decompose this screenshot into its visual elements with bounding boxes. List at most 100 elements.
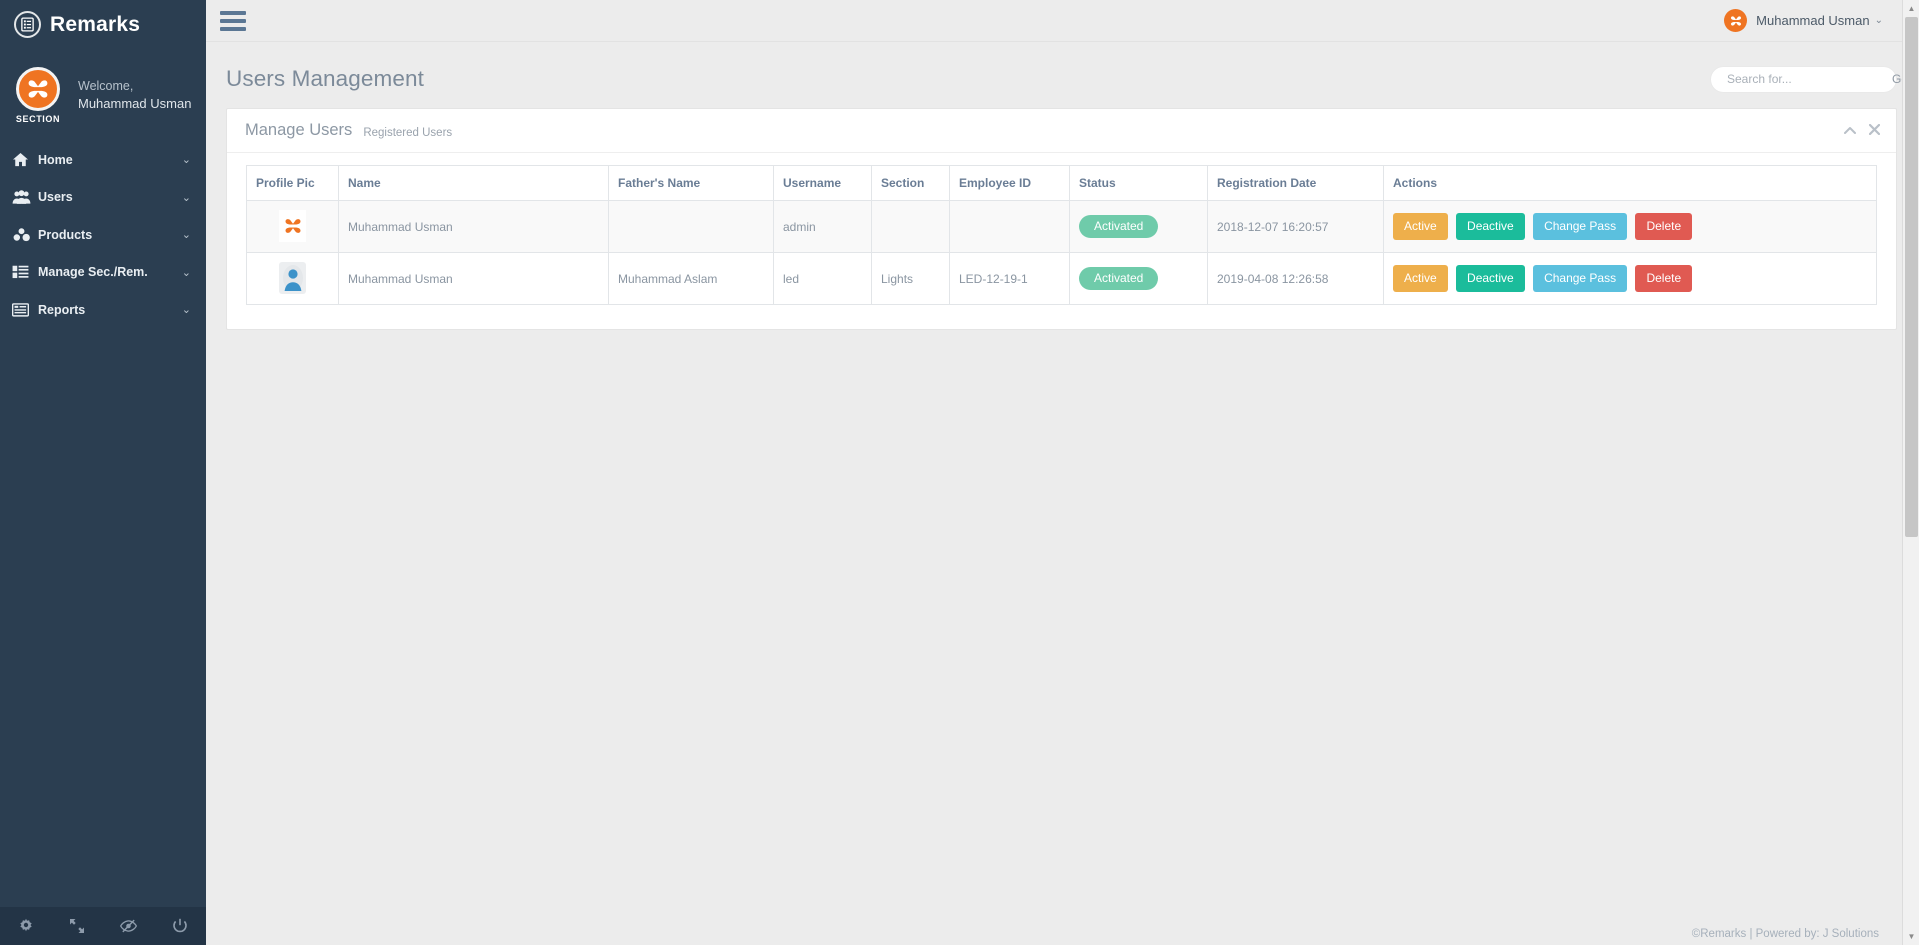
sidebar-item-reports[interactable]: Reports ⌄ bbox=[0, 291, 206, 329]
profile-name: Muhammad Usman bbox=[78, 96, 192, 112]
sidebar-item-label: Products bbox=[38, 227, 93, 242]
power-icon[interactable] bbox=[155, 918, 207, 934]
cell-registration-date: 2019-04-08 12:26:58 bbox=[1207, 252, 1384, 305]
column-header-name: Name bbox=[338, 165, 609, 201]
cell-fathers-name: Muhammad Aslam bbox=[608, 252, 774, 305]
column-header-profile-pic: Profile Pic bbox=[246, 165, 339, 201]
user-menu[interactable]: Muhammad Usman ⌄ bbox=[1724, 9, 1883, 32]
cell-status: Activated bbox=[1069, 252, 1208, 305]
brand-logo[interactable]: Remarks bbox=[0, 0, 206, 50]
list-grid-icon bbox=[12, 265, 38, 279]
table-row: Muhammad Usman Muhammad Aslam led Lights… bbox=[246, 252, 1877, 305]
search-input[interactable] bbox=[1725, 71, 1884, 87]
panel-subtitle: Registered Users bbox=[363, 126, 453, 139]
column-header-username: Username bbox=[773, 165, 872, 201]
change-pass-button[interactable]: Change Pass bbox=[1533, 212, 1628, 241]
active-button[interactable]: Active bbox=[1393, 264, 1448, 293]
panel-header: Manage Users Registered Users bbox=[227, 109, 1896, 153]
user-menu-label: Muhammad Usman bbox=[1756, 13, 1870, 28]
sidebar-item-users[interactable]: Users ⌄ bbox=[0, 179, 206, 217]
cell-username: led bbox=[773, 252, 872, 305]
sidebar-footer-toolbar bbox=[0, 907, 206, 945]
column-header-registration-date: Registration Date bbox=[1207, 165, 1384, 201]
chevron-down-icon: ⌄ bbox=[181, 266, 191, 279]
cell-employee-id bbox=[949, 200, 1070, 253]
panel-title: Manage Users bbox=[245, 121, 353, 139]
status-badge: Activated bbox=[1079, 214, 1159, 239]
scroll-up-icon[interactable]: ▲ bbox=[1903, 0, 1919, 17]
profile-section-label: SECTION bbox=[15, 114, 61, 124]
column-header-actions: Actions bbox=[1383, 165, 1877, 201]
column-header-status: Status bbox=[1069, 165, 1208, 201]
scrollbar-thumb[interactable] bbox=[1905, 17, 1918, 537]
users-group-icon bbox=[12, 190, 38, 205]
page-content: Users Management Go! Manage Users Regist… bbox=[206, 42, 1919, 945]
avatar bbox=[1724, 9, 1748, 32]
delete-button[interactable]: Delete bbox=[1635, 264, 1693, 293]
chevron-up-icon[interactable] bbox=[1844, 125, 1856, 137]
company-logo-icon[interactable] bbox=[16, 67, 60, 111]
company-logo-icon bbox=[279, 210, 306, 242]
scroll-down-icon[interactable]: ▼ bbox=[1903, 928, 1919, 945]
sidebar-item-home[interactable]: Home ⌄ bbox=[0, 141, 206, 179]
active-button[interactable]: Active bbox=[1393, 212, 1448, 241]
sidebar-item-manage-sec-rem[interactable]: Manage Sec./Rem. ⌄ bbox=[0, 254, 206, 292]
cubes-icon bbox=[12, 227, 38, 242]
cell-actions: Active Deactive Change Pass Delete bbox=[1383, 200, 1877, 253]
chevron-down-icon: ⌄ bbox=[181, 191, 191, 204]
deactive-button[interactable]: Deactive bbox=[1456, 264, 1525, 293]
document-list-icon bbox=[14, 11, 41, 38]
chevron-down-icon: ⌄ bbox=[181, 154, 191, 167]
search-box: Go! bbox=[1710, 65, 1911, 93]
chevron-down-icon: ⌄ bbox=[1874, 15, 1883, 26]
hamburger-icon[interactable] bbox=[220, 10, 246, 31]
cell-username: admin bbox=[773, 200, 872, 253]
sidebar-item-label: Users bbox=[38, 190, 73, 205]
page-header: Users Management Go! bbox=[206, 42, 1919, 100]
user-placeholder-icon bbox=[279, 262, 306, 294]
footer-text: ©Remarks | Powered by: J Solutions bbox=[1691, 928, 1879, 940]
sidebar-profile: SECTION Welcome, Muhammad Usman bbox=[0, 50, 206, 141]
change-pass-button[interactable]: Change Pass bbox=[1533, 264, 1628, 293]
cell-registration-date: 2018-12-07 16:20:57 bbox=[1207, 200, 1384, 253]
chevron-down-icon: ⌄ bbox=[181, 229, 191, 242]
sidebar: Remarks SECTION Welcome, Muhammad Usman … bbox=[0, 0, 206, 945]
users-table: Profile Pic Name Father's Name Username … bbox=[246, 165, 1877, 305]
cell-section: Lights bbox=[871, 252, 950, 305]
hamburger-bar bbox=[220, 18, 246, 23]
cell-section bbox=[871, 200, 950, 253]
page-title: Users Management bbox=[226, 66, 424, 91]
manage-users-panel: Manage Users Registered Users Profile Pi… bbox=[226, 108, 1897, 330]
expand-icon[interactable] bbox=[52, 918, 104, 934]
column-header-fathers-name: Father's Name bbox=[608, 165, 774, 201]
cell-status: Activated bbox=[1069, 200, 1208, 253]
gear-icon[interactable] bbox=[0, 918, 52, 934]
panel-body: Profile Pic Name Father's Name Username … bbox=[227, 153, 1896, 329]
column-header-section: Section bbox=[871, 165, 950, 201]
table-header-row: Profile Pic Name Father's Name Username … bbox=[246, 165, 1877, 201]
chevron-down-icon: ⌄ bbox=[181, 304, 191, 317]
top-bar: Muhammad Usman ⌄ bbox=[206, 0, 1919, 42]
hamburger-bar bbox=[220, 26, 246, 31]
page-footer: ©Remarks | Powered by: J Solutions bbox=[206, 923, 1919, 945]
cell-employee-id: LED-12-19-1 bbox=[949, 252, 1070, 305]
delete-button[interactable]: Delete bbox=[1635, 212, 1693, 241]
cell-actions: Active Deactive Change Pass Delete bbox=[1383, 252, 1877, 305]
sidebar-item-label: Home bbox=[38, 152, 73, 167]
hamburger-bar bbox=[220, 10, 246, 15]
cell-fathers-name bbox=[608, 200, 774, 253]
table-row: Muhammad Usman admin Activated 2018-12-0… bbox=[246, 200, 1877, 253]
cell-name: Muhammad Usman bbox=[338, 200, 609, 253]
home-icon bbox=[12, 152, 38, 167]
column-header-employee-id: Employee ID bbox=[949, 165, 1070, 201]
sidebar-item-label: Manage Sec./Rem. bbox=[38, 265, 148, 280]
page-scrollbar[interactable]: ▲ ▼ bbox=[1902, 0, 1919, 945]
cell-profile-pic bbox=[246, 252, 339, 305]
deactive-button[interactable]: Deactive bbox=[1456, 212, 1525, 241]
cell-profile-pic bbox=[246, 200, 339, 253]
sidebar-item-products[interactable]: Products ⌄ bbox=[0, 216, 206, 254]
status-badge: Activated bbox=[1079, 266, 1159, 291]
close-icon[interactable] bbox=[1868, 123, 1881, 137]
cell-name: Muhammad Usman bbox=[338, 252, 609, 305]
eye-slash-icon[interactable] bbox=[103, 919, 155, 933]
